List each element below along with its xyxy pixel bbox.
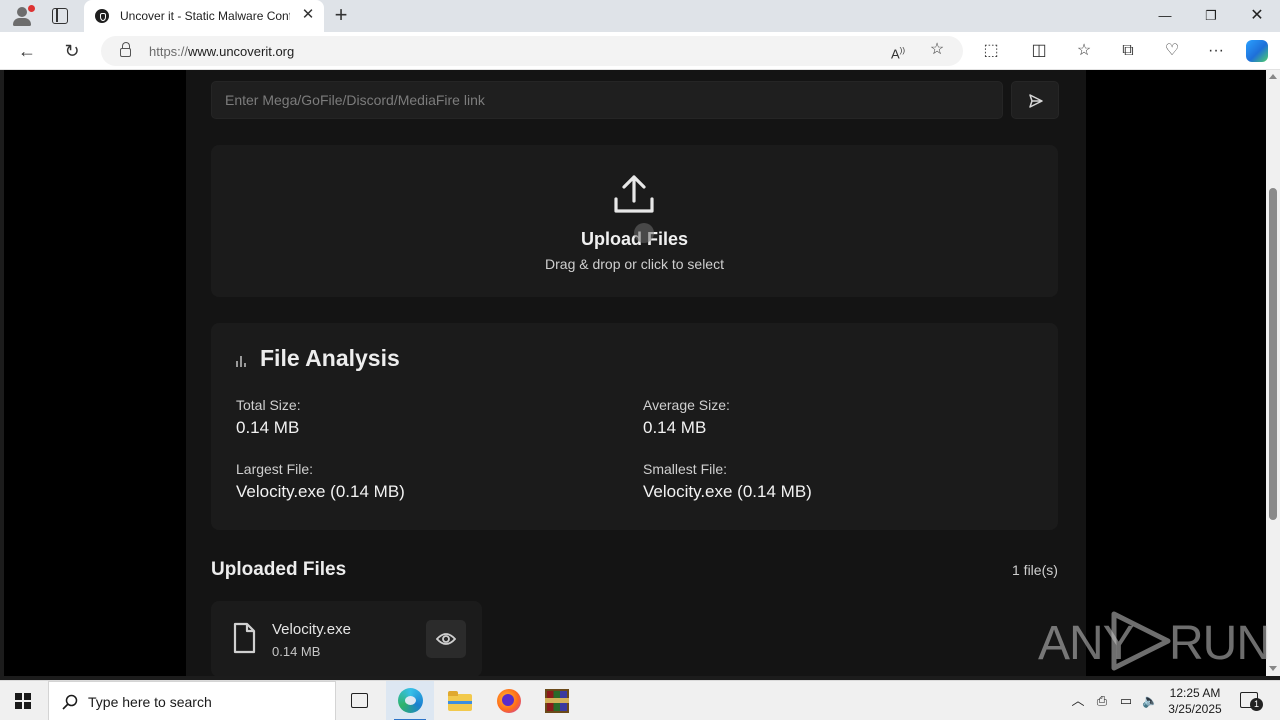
view-file-button[interactable]	[426, 620, 466, 658]
upload-icon	[614, 175, 654, 213]
uploaded-files-title: Uploaded Files	[211, 559, 347, 580]
extensions-icon[interactable]: ⬚	[980, 41, 1002, 61]
browser-tab-active[interactable]: Uncover it - Static Malware Confi ✕	[84, 0, 324, 32]
browser-toolbar: ← ↻ https://www.uncoverit.org A)) ☆ ⬚ ◫ …	[0, 32, 1280, 70]
tab-title: Uncover it - Static Malware Confi	[120, 9, 290, 23]
taskbar-search-box[interactable]: Type here to search	[48, 681, 336, 720]
bar-chart-icon	[236, 355, 248, 367]
file-size: 0.14 MB	[272, 644, 321, 659]
collections-icon[interactable]: ⧉	[1117, 41, 1139, 61]
network-icon[interactable]: ▭	[1118, 693, 1134, 709]
file-list-item[interactable]: Velocity.exe 0.14 MB	[211, 601, 482, 676]
upload-subtitle: Drag & drop or click to select	[545, 256, 724, 272]
stat-largest-file: Largest File: Velocity.exe (0.14 MB)	[236, 461, 405, 501]
file-name: Velocity.exe	[272, 621, 351, 638]
windows-taskbar: Type here to search ︿ ⎙ ▭ 🔈 12:25 AM 3/2…	[0, 680, 1280, 720]
read-aloud-icon[interactable]: A))	[887, 41, 909, 61]
restore-icon[interactable]: ❐	[1201, 6, 1221, 26]
search-icon	[62, 694, 78, 710]
file-icon	[233, 622, 256, 654]
notification-badge: 1	[1250, 698, 1263, 711]
system-clock[interactable]: 12:25 AM 3/25/2025	[1160, 685, 1230, 717]
page-scrollbar[interactable]	[1266, 70, 1280, 676]
eye-icon	[436, 633, 456, 645]
screen: Uncover it - Static Malware Confi ✕ + — …	[0, 0, 1280, 720]
taskbar-firefox-icon[interactable]	[485, 681, 533, 720]
link-input[interactable]	[211, 81, 1003, 119]
browser-tab-strip: Uncover it - Static Malware Confi ✕ + — …	[0, 0, 1280, 32]
new-tab-icon[interactable]: +	[331, 4, 351, 26]
favorites-icon[interactable]: ☆	[1073, 41, 1095, 61]
refresh-icon[interactable]: ↻	[62, 41, 82, 61]
split-screen-icon[interactable]: ◫	[1028, 41, 1050, 61]
page-viewport: Upload Files Drag & drop or click to sel…	[4, 70, 1266, 676]
stat-average-size: Average Size: 0.14 MB	[643, 397, 730, 437]
back-icon[interactable]: ←	[17, 41, 37, 61]
windows-start-icon[interactable]	[15, 693, 31, 709]
settings-more-icon[interactable]: ···	[1205, 41, 1227, 61]
scroll-down-icon[interactable]	[1269, 666, 1277, 671]
send-link-button[interactable]	[1011, 81, 1059, 119]
device-icon[interactable]: ⎙	[1094, 693, 1110, 709]
uploaded-files-count: 1 file(s)	[1012, 562, 1058, 578]
browser-essentials-icon[interactable]: ♡	[1161, 41, 1183, 61]
favorite-star-icon[interactable]: ☆	[926, 40, 948, 60]
url-text: https://www.uncoverit.org	[149, 44, 295, 59]
mouse-cursor	[634, 223, 654, 243]
stat-smallest-file: Smallest File: Velocity.exe (0.14 MB)	[643, 461, 812, 501]
site-favicon-icon	[95, 9, 109, 23]
tab-actions-icon[interactable]	[52, 8, 68, 24]
stat-total-size: Total Size: 0.14 MB	[236, 397, 301, 437]
scroll-thumb[interactable]	[1269, 188, 1277, 520]
main-content: Upload Files Drag & drop or click to sel…	[186, 70, 1086, 676]
task-view-icon[interactable]	[336, 681, 384, 720]
file-analysis-panel: File Analysis Total Size: 0.14 MB Averag…	[211, 323, 1058, 530]
volume-icon[interactable]: 🔈	[1142, 693, 1158, 709]
address-bar[interactable]: https://www.uncoverit.org A)) ☆	[101, 36, 963, 66]
upload-dropzone[interactable]: Upload Files Drag & drop or click to sel…	[211, 145, 1058, 297]
taskbar-winrar-icon[interactable]	[533, 681, 581, 720]
play-logo-icon	[1111, 611, 1171, 671]
close-tab-icon[interactable]: ✕	[300, 7, 316, 23]
send-icon	[1029, 94, 1043, 108]
notification-center-icon[interactable]: 1	[1240, 692, 1263, 711]
profile-icon[interactable]	[10, 5, 35, 27]
anyrun-watermark: ANY RUN	[1038, 608, 1271, 674]
taskbar-edge-icon[interactable]	[386, 681, 434, 720]
lock-icon[interactable]	[120, 42, 131, 57]
minimize-icon[interactable]: —	[1155, 6, 1175, 26]
scroll-up-icon[interactable]	[1269, 74, 1277, 79]
show-hidden-icons-icon[interactable]: ︿	[1070, 693, 1086, 709]
taskbar-file-explorer-icon[interactable]	[436, 681, 484, 720]
close-window-icon[interactable]: ✕	[1247, 6, 1267, 26]
copilot-icon[interactable]	[1246, 40, 1268, 62]
